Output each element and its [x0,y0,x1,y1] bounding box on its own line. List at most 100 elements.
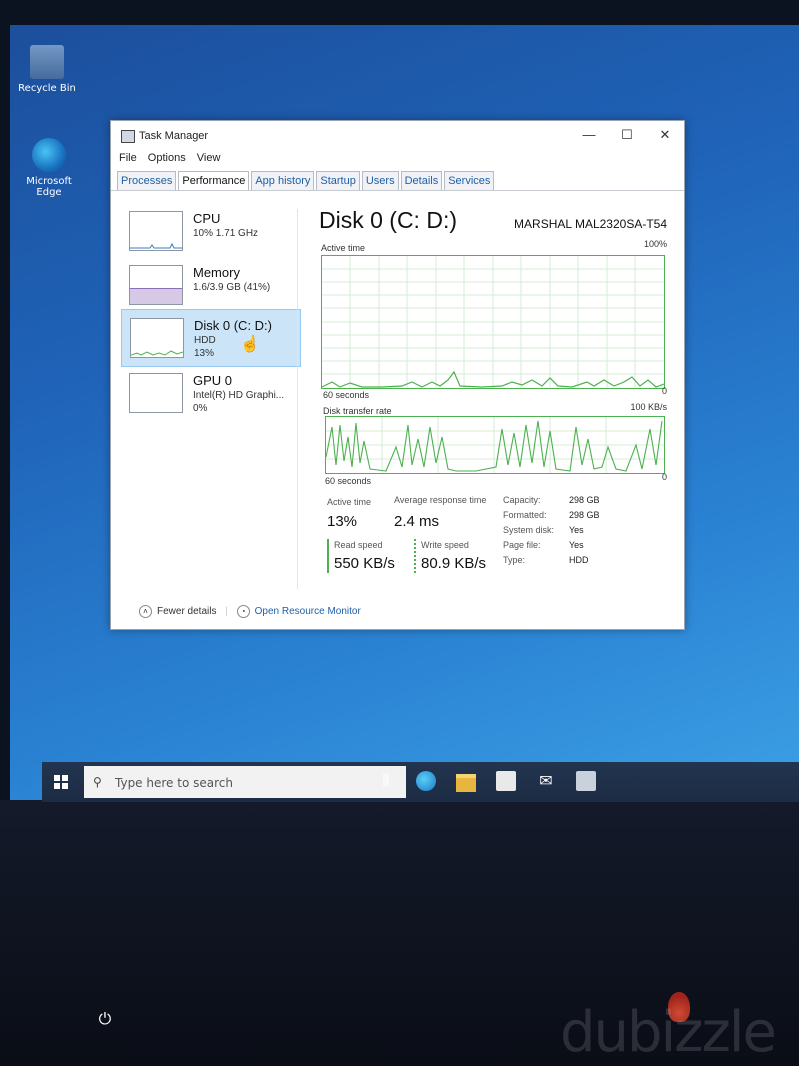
photos-icon[interactable] [576,771,596,791]
edge-icon[interactable] [416,771,436,791]
graph1-max: 100% [643,239,667,249]
property-key: Capacity: [503,495,541,505]
tab-divider [111,190,684,191]
resource-name: GPU 0 [193,373,233,388]
write-speed-value: 80.9 KB/s [421,555,487,572]
resource-detail: HDD [194,335,216,346]
footer-divider: | [225,606,228,618]
read-speed-indicator [327,539,329,573]
gpu-mini-graph [129,373,183,413]
write-speed-label: Write speed [421,540,469,550]
resource-name: Disk 0 (C: D:) [194,318,272,333]
disk-title: Disk 0 (C: D:) [319,207,457,233]
resource-item-memory[interactable]: Memory 1.6/3.9 GB (41%) [121,257,299,313]
write-speed-indicator [414,539,416,573]
graph1-label: Active time [321,243,366,253]
edge-icon [32,138,66,172]
disk-model: MARSHAL MAL2320SA-T54 [514,217,667,231]
property-value: Yes [569,540,584,550]
desktop-icon-recycle-bin[interactable]: Recycle Bin [12,45,82,94]
desktop-icon-label: Recycle Bin [18,83,76,94]
fewer-details-label: Fewer details [157,606,217,618]
tab-performance[interactable]: Performance [178,171,250,191]
menu-bar: File Options View [119,152,228,164]
power-icon: ⏻ [98,1009,112,1028]
window-title: Task Manager [139,130,209,142]
active-time-graph [321,255,665,389]
resource-name: Memory [193,265,240,280]
property-key: Page file: [503,540,541,550]
chevron-up-icon: ˄ [139,605,152,618]
taskbar-search-input[interactable]: ⚲ Type here to search [84,766,406,798]
graph1-min: 0 [661,386,667,396]
open-resource-monitor-link[interactable]: ◔ Open Resource Monitor [236,605,361,618]
resource-item-gpu0[interactable]: GPU 0 Intel(R) HD Graphi... 0% [121,365,299,421]
open-resource-monitor-label: Open Resource Monitor [254,606,361,618]
tab-strip: Processes Performance App history Startu… [117,171,496,191]
property-key: Formatted: [503,510,547,520]
disk-mini-graph-line [130,350,184,356]
transfer-rate-graph-svg [325,417,664,473]
tab-services[interactable]: Services [444,171,495,190]
resource-usage: 13% [194,348,215,359]
title-bar[interactable]: Task Manager — ☐ ✕ [111,121,684,149]
resource-item-disk0[interactable]: Disk 0 (C: D:) HDD 13% ☝ [121,309,301,367]
tab-processes[interactable]: Processes [117,171,177,190]
watermark: dubizzle [560,1000,777,1065]
resource-detail: 10% 1.71 GHz [193,228,259,239]
transfer-rate-graph [325,416,665,474]
search-placeholder: Type here to search [115,776,233,790]
file-explorer-icon[interactable] [456,774,476,792]
tab-users[interactable]: Users [361,171,399,190]
cpu-mini-graph-line [130,242,182,249]
fewer-details-link[interactable]: ˄ Fewer details [139,605,219,618]
task-manager-icon [121,130,135,143]
property-value: 298 GB [569,510,600,520]
avg-response-value: 2.4 ms [394,513,440,530]
windows-start-icon[interactable] [54,775,68,789]
mail-icon[interactable]: ✉ [536,771,556,791]
resource-item-cpu[interactable]: CPU 10% 1.71 GHz [121,203,299,259]
graph2-max: 100 KB/s [630,402,667,412]
menu-options[interactable]: Options [148,152,186,164]
close-button[interactable]: ✕ [650,125,680,145]
resource-monitor-icon: ◔ [236,605,250,618]
active-time-label: Active time [327,497,372,507]
menu-file[interactable]: File [119,152,137,164]
taskbar: ⚲ Type here to search ⫼ ✉ [42,762,799,802]
search-icon: ⚲ [93,775,102,789]
property-value: Yes [569,525,584,535]
resource-name: CPU [193,211,221,226]
recycle-bin-icon [30,45,64,79]
memory-mini-graph [129,265,183,305]
tab-details[interactable]: Details [400,171,443,190]
menu-view[interactable]: View [197,152,221,164]
panel-divider [297,209,298,589]
resource-usage: 0% [193,403,208,414]
resource-detail: 1.6/3.9 GB (41%) [193,282,271,293]
resource-detail: Intel(R) HD Graphi... [193,390,285,401]
tab-startup[interactable]: Startup [316,171,360,190]
graph2-min: 0 [661,472,667,482]
tab-app-history[interactable]: App history [251,171,315,190]
hand-cursor-icon: ☝ [240,336,260,353]
desktop-icon-label: Microsoft Edge [26,176,72,198]
minimize-button[interactable]: — [574,125,604,145]
task-view-icon[interactable]: ⫼ [376,771,396,791]
graph1-span: 60 seconds [323,390,370,400]
property-key: System disk: [503,525,555,535]
property-key: Type: [503,555,526,565]
memory-fill [130,288,182,304]
store-icon[interactable] [496,771,516,791]
window-footer: ˄ Fewer details | ◔ Open Resource Monitor [139,605,361,618]
read-speed-value: 550 KB/s [334,555,395,572]
maximize-button[interactable]: ☐ [612,125,642,145]
resource-list: CPU 10% 1.71 GHz Memory 1.6/3.9 GB (41%)… [121,203,301,603]
disk-mini-graph [130,318,184,358]
graph2-span: 60 seconds [325,476,372,486]
active-time-value: 13% [327,513,358,530]
graph2-label: Disk transfer rate [323,406,392,416]
active-time-graph-svg [321,256,665,388]
desktop-icon-edge[interactable]: Microsoft Edge [14,138,84,198]
property-value: 298 GB [569,495,600,505]
